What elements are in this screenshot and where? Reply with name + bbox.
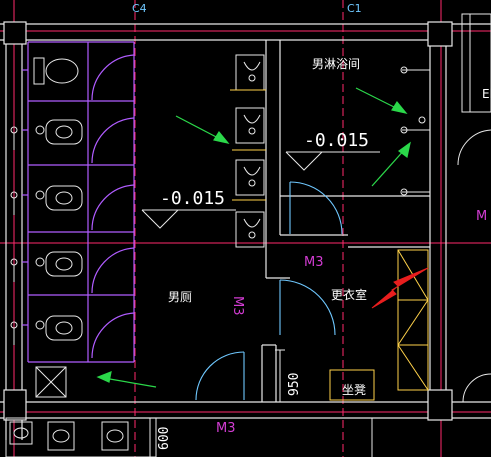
dimension-label-600: 600 [157,426,172,450]
room-label-changing: 更衣室 [331,288,368,302]
door-label-m3-vertical: M3 [230,296,245,316]
arrow-to-sink [96,371,157,388]
room-label-stool: 坐凳 [342,383,367,397]
shower-heads [400,66,430,196]
room-label-shower: 男淋浴间 [312,57,361,71]
highlight-arrow [371,267,429,309]
axis-label-c1: C1 [347,2,362,15]
squat-toilet [45,119,83,145]
axis-label-c4: C4 [132,2,147,15]
elevation-label-left: -0.015 [160,188,226,209]
squat-toilet [45,315,83,341]
toilet-stalls [22,41,135,363]
dimension-label-950: 950 [287,372,302,396]
squat-toilet [45,185,83,211]
arrow-to-shower-lower [371,141,411,187]
arrow-to-urinal [175,115,230,144]
elevation-label-right: -0.015 [304,130,370,151]
edge-label: El [482,87,491,101]
door-swings [195,181,343,401]
floor-plan-drawing [0,0,491,457]
columns [3,21,453,421]
room-label-toilet: 男厕 [168,290,193,304]
door-label-m-right: M [476,209,488,224]
changing-room-lockers [329,249,429,401]
door-label-m3-lower: M3 [216,421,236,436]
urinals [230,54,266,248]
axis-lines [0,0,491,457]
arrow-to-shower-upper [355,87,408,114]
door-label-m3-upper: M3 [304,255,324,270]
squat-toilet [45,251,83,277]
